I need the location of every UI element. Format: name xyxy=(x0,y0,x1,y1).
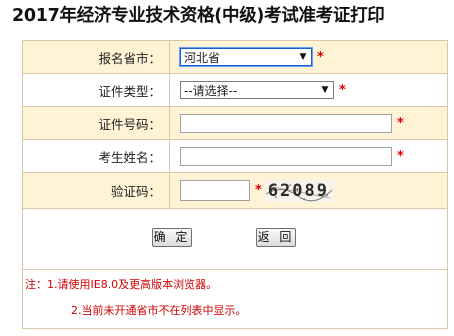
id-type-label: 证件类型： xyxy=(22,73,170,107)
province-select-value: 河北省 xyxy=(184,51,221,65)
required-mark: * xyxy=(255,183,262,198)
chevron-down-icon: ▼ xyxy=(299,52,307,62)
captcha-image[interactable]: 62089 xyxy=(263,179,334,202)
id-type-select-value: --请选择-- xyxy=(184,84,238,98)
captcha-label: 验证码： xyxy=(22,172,170,209)
row-notes: 注：1.请使用IE8.0及更高版本浏览器。 2.当前未开通省市不在列表中显示。 xyxy=(22,269,448,329)
row-captcha: 验证码： * 62089 xyxy=(22,172,448,209)
confirm-button[interactable]: 确 定 xyxy=(152,228,192,247)
row-name: 考生姓名： * xyxy=(22,139,448,173)
id-number-input[interactable] xyxy=(180,113,392,133)
row-id-type: 证件类型： --请选择-- ▼ * xyxy=(22,73,448,107)
print-form: 报名省市： 河北省 ▼ * 证件类型： --请选择-- ▼ * 证件号码： * … xyxy=(22,40,448,329)
required-mark: * xyxy=(397,148,404,164)
name-input[interactable] xyxy=(180,146,392,166)
back-button[interactable]: 返 回 xyxy=(256,228,296,247)
required-mark: * xyxy=(339,82,346,98)
province-select[interactable]: 河北省 ▼ xyxy=(179,47,313,67)
captcha-input[interactable] xyxy=(180,180,250,201)
note-line-1: 注：1.请使用IE8.0及更高版本浏览器。 xyxy=(25,278,218,291)
province-label: 报名省市： xyxy=(22,40,170,74)
page-title: 2017年经济专业技术资格(中级)考试准考证打印 xyxy=(12,6,385,26)
required-mark: * xyxy=(397,115,404,131)
row-id-number: 证件号码： * xyxy=(22,106,448,140)
id-number-label: 证件号码： xyxy=(22,106,170,140)
name-label: 考生姓名： xyxy=(22,139,170,173)
chevron-down-icon: ▼ xyxy=(321,85,329,95)
row-buttons: 确 定 返 回 xyxy=(22,208,448,270)
id-type-select[interactable]: --请选择-- ▼ xyxy=(180,81,334,99)
row-province: 报名省市： 河北省 ▼ * xyxy=(22,40,448,74)
required-mark: * xyxy=(317,49,324,65)
note-line-2: 2.当前未开通省市不在列表中显示。 xyxy=(71,304,247,317)
captcha-text: 62089 xyxy=(267,180,329,201)
